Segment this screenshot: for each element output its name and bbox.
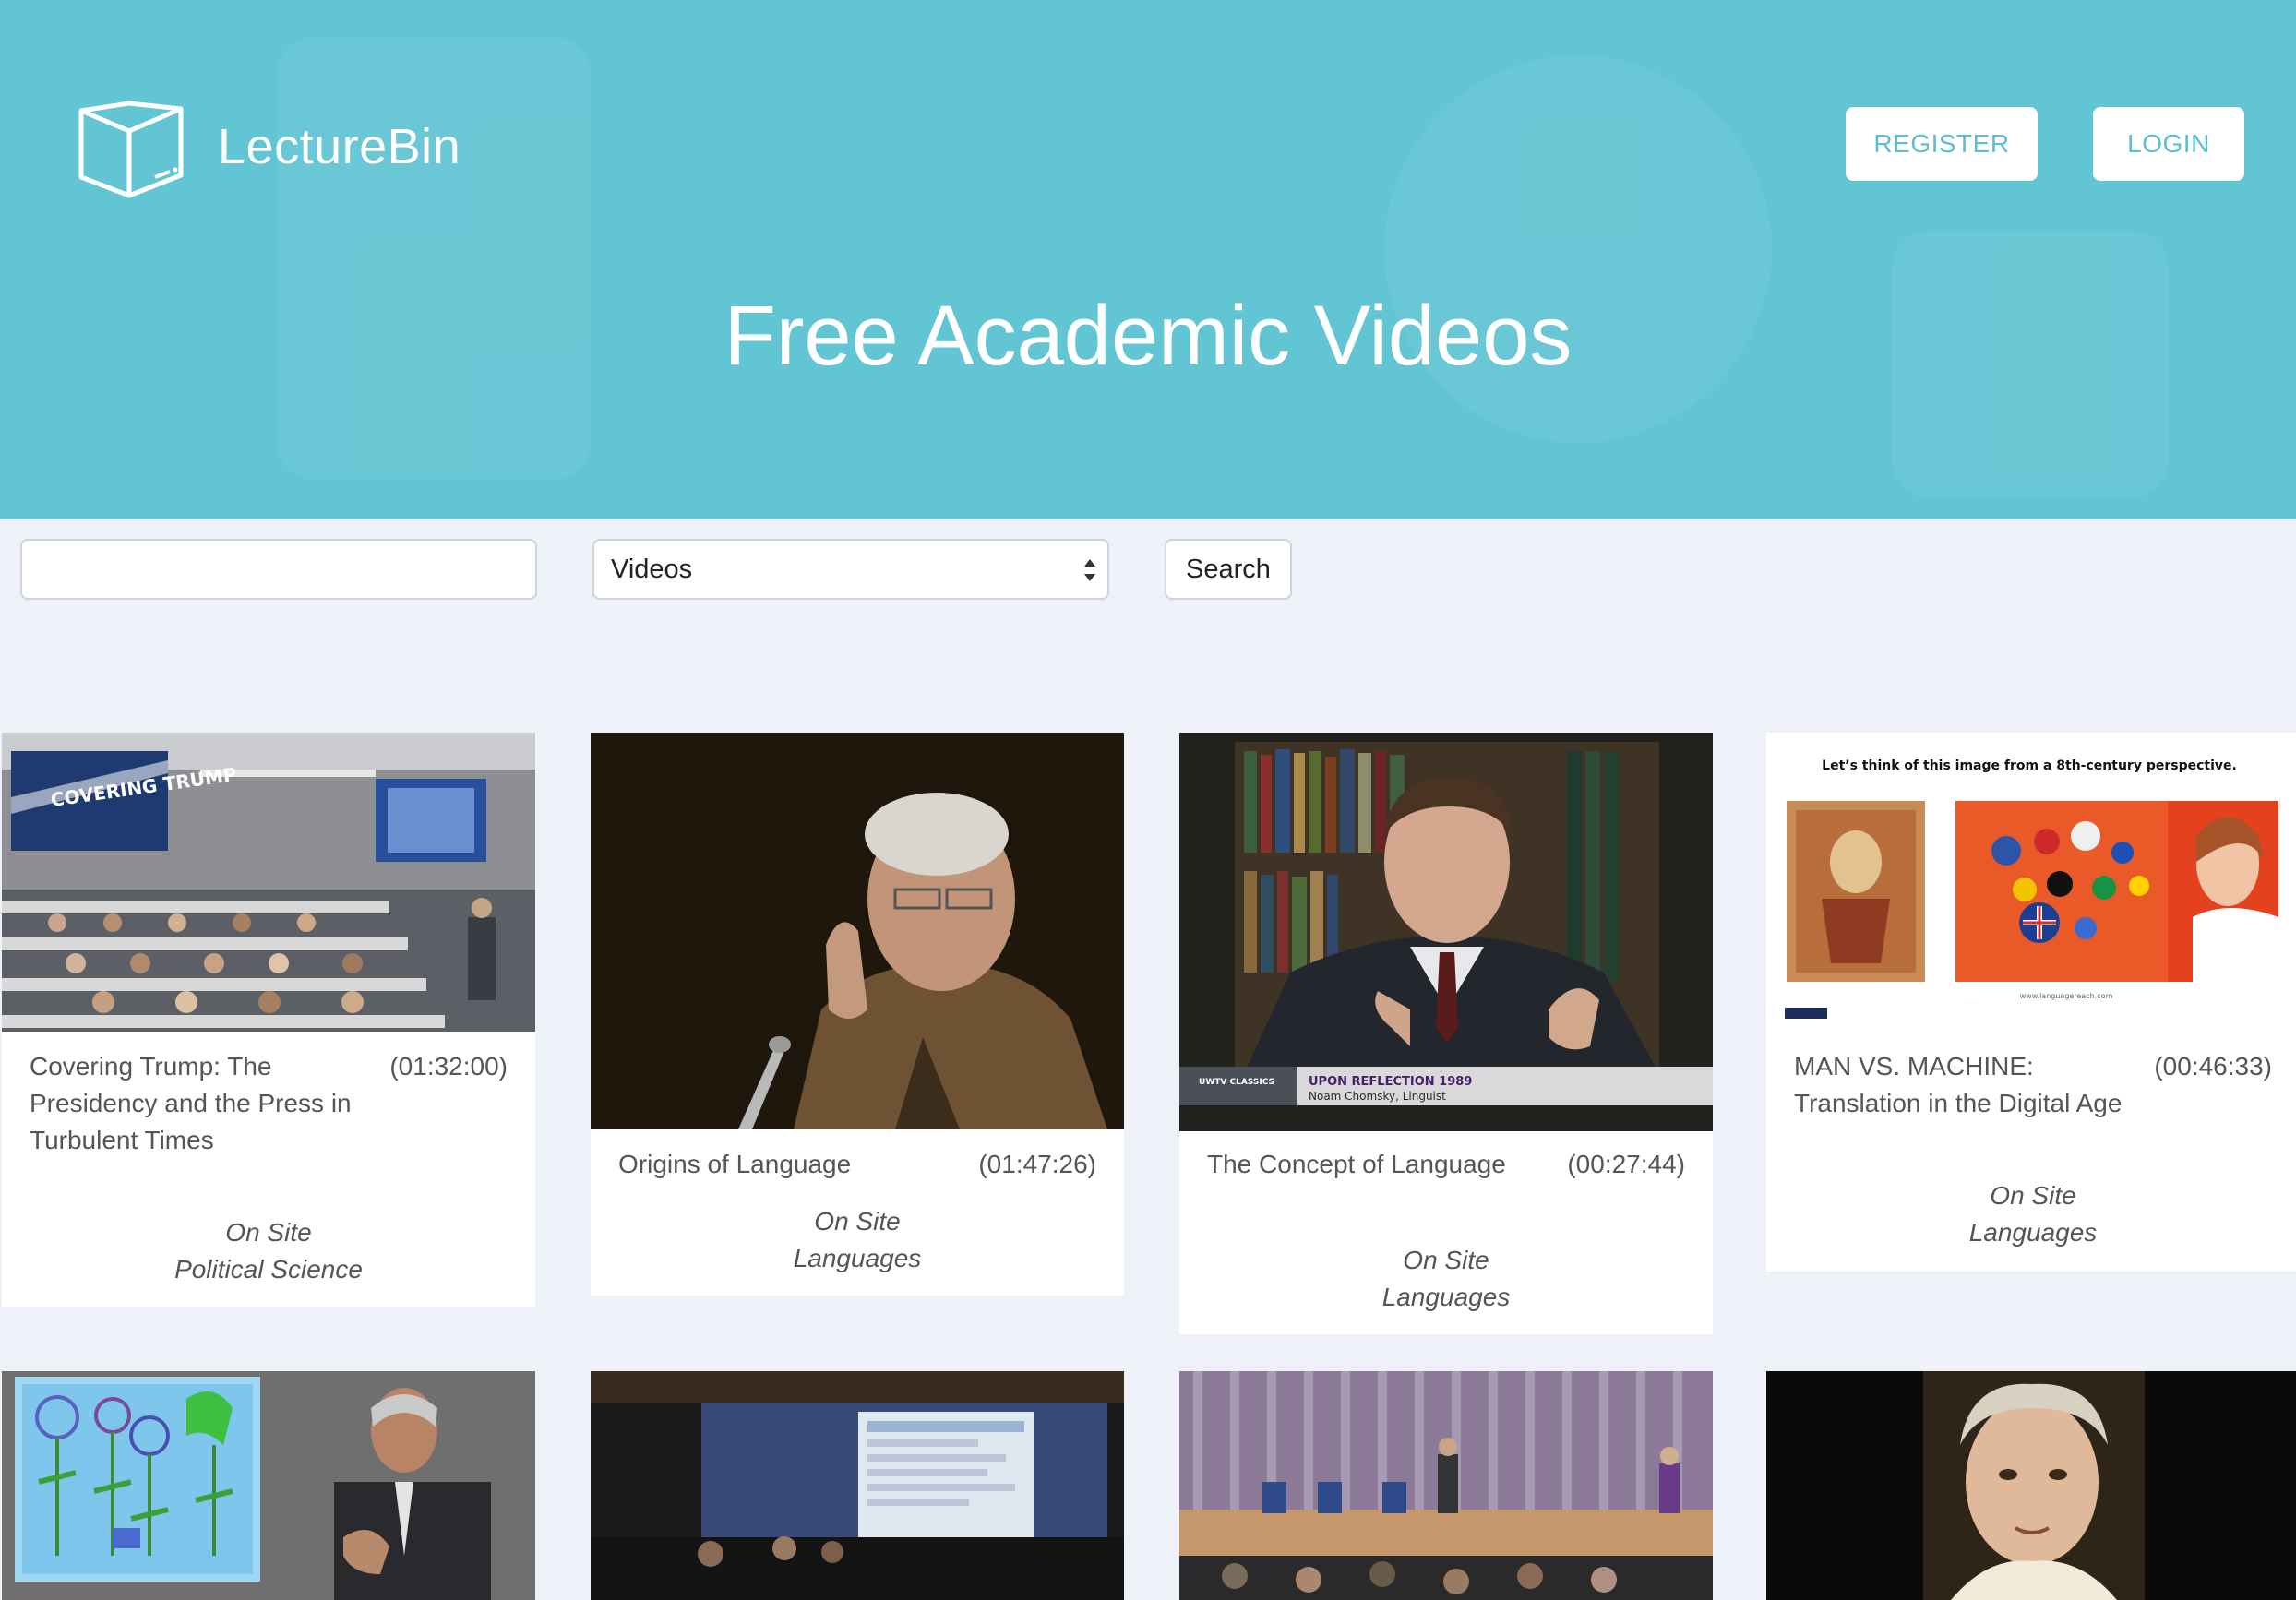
select-arrows-icon xyxy=(1084,559,1095,581)
caption-channel: UWTV CLASSICS xyxy=(1199,1078,1274,1087)
video-thumbnail[interactable] xyxy=(2,1371,535,1600)
search-button[interactable]: Search xyxy=(1165,539,1292,600)
video-category[interactable]: Languages xyxy=(1766,1214,2296,1251)
video-title[interactable]: Origins of Language xyxy=(618,1146,951,1183)
video-duration: (01:47:26) xyxy=(978,1150,1096,1178)
video-card[interactable]: UWTV CLASSICS UPON REFLECTION 1989 Noam … xyxy=(1179,733,1713,1334)
video-duration: (00:27:44) xyxy=(1567,1150,1685,1178)
video-thumbnail[interactable]: COVERING TRUMP xyxy=(2,733,535,1032)
brand-name[interactable]: LectureBin xyxy=(218,118,460,175)
video-title[interactable]: Covering Trump: The Presidency and the P… xyxy=(30,1048,362,1159)
video-duration: (00:46:33) xyxy=(2154,1052,2272,1081)
video-title[interactable]: MAN VS. MACHINE: Translation in the Digi… xyxy=(1794,1048,2126,1122)
video-card[interactable]: Let’s think of this image from a 8th-cen… xyxy=(1766,733,2296,1272)
slide-footer: www.languagereach.com xyxy=(2020,992,2113,1000)
video-card[interactable] xyxy=(1766,1371,2296,1600)
slide-heading: Let’s think of this image from a 8th-cen… xyxy=(1822,758,2237,773)
video-card[interactable] xyxy=(1179,1371,1713,1600)
caption-subtitle: Noam Chomsky, Linguist xyxy=(1309,1090,1446,1103)
book-logo-icon[interactable] xyxy=(76,100,186,203)
video-location: On Site xyxy=(1403,1246,1489,1274)
video-thumbnail[interactable] xyxy=(1179,1371,1713,1600)
video-thumbnail[interactable] xyxy=(1766,1371,2296,1600)
caption-title: UPON REFLECTION 1989 xyxy=(1309,1075,1472,1089)
register-button[interactable]: REGISTER xyxy=(1846,107,2038,181)
hero-background-shape xyxy=(277,37,591,480)
login-button[interactable]: LOGIN xyxy=(2093,107,2244,181)
video-thumbnail[interactable] xyxy=(591,1371,1124,1600)
hero-title: Free Academic Videos xyxy=(723,289,1573,383)
video-location: On Site xyxy=(225,1218,312,1247)
video-thumbnail[interactable]: UWTV CLASSICS UPON REFLECTION 1989 Noam … xyxy=(1179,733,1713,1131)
video-category[interactable]: Languages xyxy=(1179,1279,1713,1316)
video-thumbnail[interactable] xyxy=(591,733,1124,1129)
video-card[interactable]: Origins of Language (01:47:26) On Site L… xyxy=(591,733,1124,1296)
hero-background-shape xyxy=(1384,55,1772,443)
video-category[interactable]: Political Science xyxy=(2,1251,535,1288)
search-input[interactable] xyxy=(20,539,537,600)
video-card[interactable] xyxy=(591,1371,1124,1600)
video-card[interactable] xyxy=(2,1371,535,1600)
video-location: On Site xyxy=(814,1207,901,1236)
video-thumbnail[interactable]: Let’s think of this image from a 8th-cen… xyxy=(1766,733,2296,1032)
select-value: Videos xyxy=(611,555,693,584)
hero-banner: LectureBin REGISTER LOGIN Free Academic … xyxy=(0,0,2296,519)
video-location: On Site xyxy=(1990,1181,2076,1210)
video-card[interactable]: COVERING TRUMP Covering Trump: The Presi… xyxy=(2,733,535,1307)
content-type-select[interactable]: Videos xyxy=(592,539,1109,600)
video-title[interactable]: The Concept of Language xyxy=(1207,1146,1539,1183)
video-duration: (01:32:00) xyxy=(389,1052,508,1081)
video-category[interactable]: Languages xyxy=(591,1240,1124,1277)
